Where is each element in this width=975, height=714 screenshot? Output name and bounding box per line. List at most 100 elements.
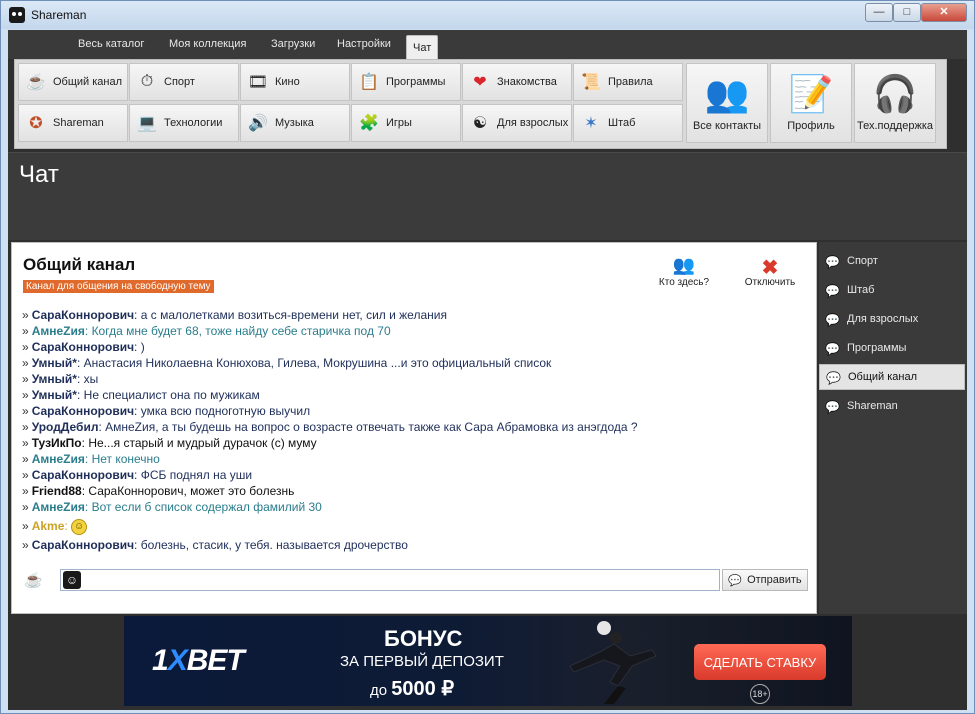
chat-message: » АмнеZия: Вот если б список содержал фам… (22, 500, 322, 514)
title-bar[interactable]: Shareman — □ ✕ (1, 1, 974, 29)
page-title: Чат (19, 161, 59, 188)
message-nick[interactable]: СараКоннорович (32, 538, 134, 552)
emoji-picker-icon[interactable]: ☺ (63, 571, 81, 589)
tab-downloads[interactable]: Загрузки (271, 38, 315, 50)
category-adults[interactable]: ☯ Для взрослых (462, 104, 572, 142)
category-shareman[interactable]: ✪ Shareman (18, 104, 128, 142)
message-nick[interactable]: АмнеZия (32, 500, 85, 514)
message-nick[interactable]: Умный* (32, 388, 77, 402)
message-nick[interactable]: СараКоннорович (32, 468, 134, 482)
network-icon: ✪ (29, 115, 43, 132)
tab-catalog[interactable]: Весь каталог (78, 38, 144, 50)
message-text: а с малолетками возиться-времени нет, си… (140, 308, 447, 322)
maximize-button[interactable]: □ (893, 3, 921, 22)
message-nick[interactable]: Friend88 (32, 484, 82, 498)
category-dating[interactable]: ❤ Знакомства (462, 63, 572, 101)
message-nick[interactable]: УродДебил (32, 420, 99, 434)
channel-item-sport[interactable]: 💬 Спорт (819, 248, 965, 274)
window-title: Shareman (31, 8, 87, 22)
support-label: Тех.поддержка (857, 120, 933, 132)
film-icon: 🎞 (247, 74, 269, 91)
profile-label: Профиль (787, 120, 835, 132)
channel-label: Общий канал (848, 371, 918, 383)
yin-yang-icon: ☯ (472, 115, 488, 132)
message-nick[interactable]: СараКоннорович (32, 404, 134, 418)
smiley-icon: ☺ (71, 518, 88, 535)
message-nick[interactable]: АмнеZия (32, 452, 85, 466)
tab-my-collection[interactable]: Моя коллекция (169, 38, 246, 50)
message-nick[interactable]: Умный* (32, 372, 77, 386)
channel-item-programs[interactable]: 💬 Программы (819, 335, 965, 361)
message-composer: ☕ ☺ 💬 Отправить (22, 569, 808, 593)
tab-chat[interactable]: Чат (406, 35, 439, 59)
place-bet-button[interactable]: СДЕЛАТЬ СТАВКУ (694, 644, 826, 680)
category-label: Для взрослых (497, 117, 569, 129)
channel-item-general[interactable]: 💬 Общий канал (819, 364, 965, 390)
category-general-channel[interactable]: ☕ Общий канал (18, 63, 128, 101)
category-music[interactable]: 🔊 Музыка (240, 104, 350, 142)
chat-bubble-icon: 💬 (825, 313, 840, 327)
category-technology[interactable]: 💻 Технологии (129, 104, 239, 142)
category-cinema[interactable]: 🎞 Кино (240, 63, 350, 101)
channel-item-hq[interactable]: 💬 Штаб (819, 277, 965, 303)
category-label: Правила (608, 76, 653, 88)
message-text: Нет конечно (91, 452, 160, 466)
send-button[interactable]: 💬 Отправить (722, 569, 808, 591)
category-label: Знакомства (497, 76, 557, 88)
close-button[interactable]: ✕ (921, 3, 967, 22)
message-nick[interactable]: ТузИкПо (32, 436, 82, 450)
support-button[interactable]: 🎧 Тех.поддержка (854, 63, 936, 143)
who-is-here-button[interactable]: 👥 Кто здесь? (652, 255, 716, 288)
laptop-icon: 💻 (137, 115, 157, 132)
message-nick[interactable]: СараКоннорович (32, 340, 134, 354)
all-contacts-button[interactable]: 👥 Все контакты (686, 63, 768, 143)
chat-bubble-icon: 💬 (728, 574, 743, 587)
category-label: Спорт (164, 76, 195, 88)
message-nick[interactable]: СараКоннорович (32, 308, 134, 322)
category-games[interactable]: 🧩 Игры (351, 104, 461, 142)
chat-message: » Akme: ☺ (22, 515, 802, 537)
profile-button[interactable]: 📝 Профиль (770, 63, 852, 143)
disconnect-button[interactable]: ✖ Отключить (738, 255, 802, 288)
message-input[interactable] (60, 569, 720, 591)
message-nick[interactable]: Умный* (32, 356, 77, 370)
category-label: Игры (386, 117, 412, 129)
ad-banner[interactable]: 1XBET БОНУС ЗА ПЕРВЫЙ ДЕПОЗИТ до 5000 ₽ … (124, 616, 852, 706)
heart-icon: ❤ (473, 74, 487, 91)
message-list: » СараКоннорович: а с малолетками возитьс… (22, 307, 802, 553)
app-window: Shareman — □ ✕ Весь каталог Моя коллекци… (0, 0, 975, 714)
shareman-app-icon (9, 7, 25, 23)
channel-item-shareman[interactable]: 💬 Shareman (819, 393, 965, 419)
chat-bubble-icon: 💬 (825, 255, 840, 269)
chat-message: » АмнеZия: Когда мне будет 68, тоже найду… (22, 324, 391, 338)
category-sport[interactable]: ⏱ Спорт (129, 63, 239, 101)
chat-bubble-icon: 💬 (825, 400, 840, 414)
program-icon: 📋 (359, 74, 379, 91)
contacts-icon: 👥 (704, 73, 750, 114)
chat-message: » СараКоннорович: умка всю подноготную вы… (22, 404, 311, 418)
stopwatch-icon: ⏱ (140, 73, 154, 90)
category-label: Общий канал (53, 76, 123, 88)
message-nick[interactable]: Akme (32, 519, 65, 533)
message-nick[interactable]: АмнеZия (32, 324, 85, 338)
category-hq[interactable]: ✶ Штаб (573, 104, 683, 142)
chat-message: » СараКоннорович: а с малолетками возитьс… (22, 308, 447, 322)
category-programs[interactable]: 📋 Программы (351, 63, 461, 101)
tab-settings[interactable]: Настройки (337, 38, 391, 50)
chat-message: » Умный*: хы (22, 372, 99, 386)
channel-label: Программы (847, 342, 907, 354)
who-is-here-label: Кто здесь? (658, 277, 710, 288)
channel-label: Штаб (847, 284, 875, 296)
section-header (8, 152, 967, 240)
minimize-button[interactable]: — (865, 3, 893, 22)
message-text: АмнеZия, а ты будешь на вопрос о возраст… (105, 420, 638, 434)
channel-item-adults[interactable]: 💬 Для взрослых (819, 306, 965, 332)
category-rules[interactable]: 📜 Правила (573, 63, 683, 101)
message-text: Не...я старый и мудрый дурачок (с) муму (88, 436, 317, 450)
chat-message: » СараКоннорович: ФСБ поднял на уши (22, 468, 253, 482)
category-label: Кино (275, 76, 300, 88)
ad-logo: 1XBET (152, 644, 245, 677)
chat-message: » СараКоннорович: болезнь, стасик, у тебя… (22, 538, 408, 552)
chat-message: » Friend88: СараКоннорович, может это бол… (22, 484, 295, 498)
message-text: умка всю подноготную выучил (140, 404, 311, 418)
